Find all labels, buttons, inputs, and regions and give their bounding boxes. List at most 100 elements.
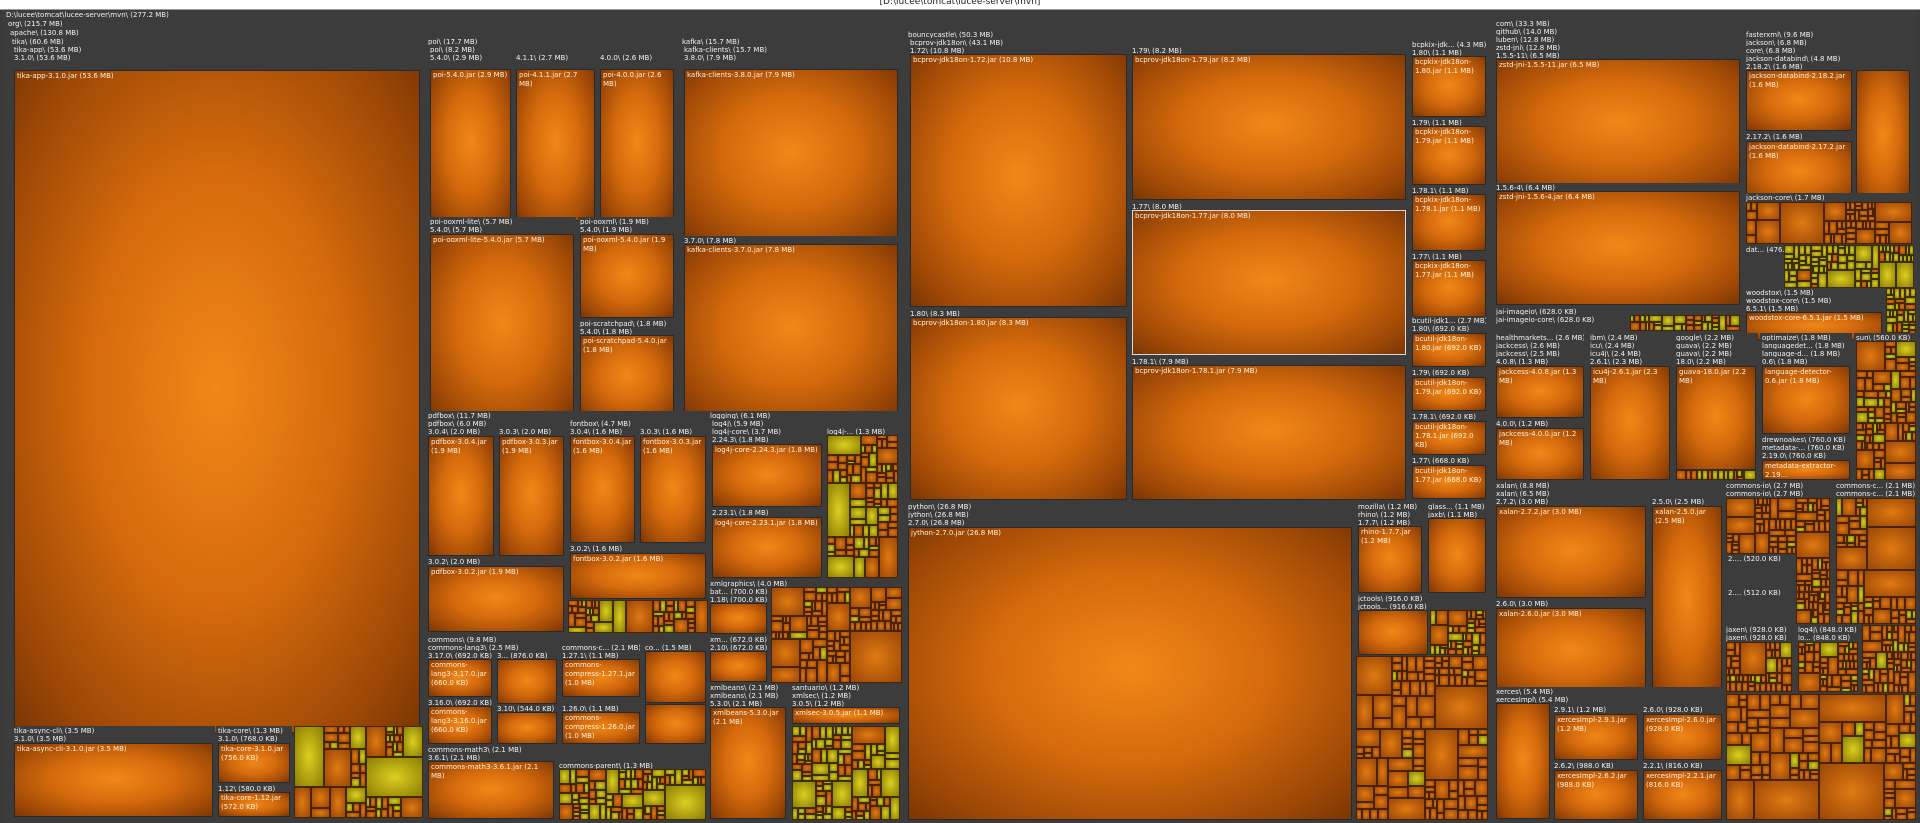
file-zstd-1511-jar[interactable]: zstd-jni-1.5.5-11.jar (6.5 MB) [1496, 59, 1740, 190]
small-file-tile[interactable] [1726, 498, 1755, 517]
small-file-tile[interactable] [350, 726, 366, 749]
small-file-tile[interactable] [1448, 633, 1463, 641]
small-file-tile[interactable] [1825, 592, 1830, 603]
small-file-tile[interactable] [695, 600, 708, 633]
small-file-tile[interactable] [1874, 722, 1886, 732]
small-file-tile[interactable] [866, 488, 874, 498]
small-file-tile[interactable] [1820, 686, 1827, 692]
small-file-tile[interactable] [1864, 730, 1874, 740]
small-file-tile[interactable] [1416, 656, 1424, 672]
small-file-tile[interactable] [1662, 326, 1674, 331]
small-file-tile[interactable] [1864, 748, 1871, 763]
small-file-tile[interactable] [1413, 729, 1425, 739]
small-file-tile[interactable] [865, 445, 872, 453]
small-file-tile[interactable] [1797, 270, 1811, 281]
small-file-tile[interactable] [1778, 511, 1796, 519]
small-file-tile[interactable] [1388, 787, 1408, 798]
small-file-tile[interactable] [1424, 661, 1435, 668]
small-file-tile[interactable] [854, 537, 864, 549]
small-file-tile[interactable] [1649, 315, 1662, 322]
small-file-tile[interactable] [878, 522, 888, 530]
small-file-tile[interactable] [1748, 686, 1755, 692]
small-file-tile[interactable] [1392, 656, 1402, 663]
small-file-tile[interactable] [877, 744, 885, 751]
small-file-tile[interactable] [1662, 315, 1674, 326]
small-file-tile[interactable] [885, 726, 900, 753]
small-file-tile[interactable] [1886, 323, 1893, 333]
small-file-tile[interactable] [1798, 654, 1805, 662]
small-file-tile[interactable] [1674, 315, 1686, 324]
small-file-tile[interactable] [1854, 661, 1858, 669]
small-file-tile[interactable] [827, 435, 861, 455]
file-block[interactable] [497, 659, 557, 704]
small-file-tile[interactable] [1873, 434, 1885, 443]
small-file-tile[interactable] [1437, 813, 1444, 820]
small-file-tile[interactable] [852, 769, 868, 797]
small-file-tile[interactable] [896, 616, 902, 623]
small-file-tile[interactable] [771, 587, 804, 616]
small-file-tile[interactable] [1406, 696, 1417, 717]
small-file-tile[interactable] [869, 550, 879, 557]
small-file-tile[interactable] [1855, 262, 1866, 269]
file-block[interactable] [1496, 703, 1550, 819]
small-file-tile[interactable] [852, 726, 885, 744]
file-xmlbeans-jar[interactable]: xmlbeans-5.3.0.jar (2.1 MB) [710, 707, 786, 819]
small-file-tile[interactable] [1849, 521, 1860, 529]
small-file-tile[interactable] [854, 525, 863, 537]
small-file-tile[interactable] [798, 742, 806, 749]
small-file-tile[interactable] [559, 804, 573, 820]
small-file-tile[interactable] [1824, 202, 1846, 221]
small-file-tile[interactable] [800, 660, 807, 668]
small-file-tile[interactable] [1811, 617, 1818, 624]
small-file-tile[interactable] [613, 600, 626, 633]
small-file-tile[interactable] [1739, 534, 1755, 554]
small-file-tile[interactable] [1739, 700, 1747, 707]
small-file-tile[interactable] [886, 598, 902, 610]
small-file-tile[interactable] [800, 653, 809, 660]
small-file-tile[interactable] [1784, 728, 1803, 738]
small-file-tile[interactable] [1458, 758, 1478, 766]
small-file-tile[interactable] [1754, 780, 1819, 820]
small-file-tile[interactable] [576, 783, 584, 793]
file-fontbox-303-jar[interactable]: fontbox-3.0.3.jar (1.6 MB) [640, 436, 706, 543]
small-file-tile[interactable] [1787, 658, 1792, 666]
small-file-tile[interactable] [1803, 742, 1819, 753]
small-file-tile[interactable] [1842, 736, 1864, 763]
small-file-tile[interactable] [827, 462, 838, 470]
small-file-tile[interactable] [1401, 681, 1410, 696]
small-file-tile[interactable] [568, 613, 575, 627]
small-file-tile[interactable] [878, 515, 890, 522]
small-file-tile[interactable] [1356, 695, 1373, 729]
small-file-tile[interactable] [1898, 625, 1905, 643]
small-file-tile[interactable] [879, 537, 898, 578]
small-file-tile[interactable] [1873, 371, 1891, 384]
small-file-tile[interactable] [1905, 597, 1916, 610]
small-file-tile[interactable] [829, 772, 838, 781]
small-file-tile[interactable] [1421, 717, 1435, 729]
small-file-tile[interactable] [804, 592, 816, 601]
file-rhino-jar[interactable]: rhino-1.7.7.jar (1.2 MB) [1358, 526, 1422, 593]
small-file-tile[interactable] [1726, 642, 1735, 650]
small-file-tile[interactable] [403, 726, 423, 757]
file-icu4j-jar[interactable]: icu4j-2.6.1.jar (2.3 MB) [1590, 366, 1670, 480]
small-file-tile[interactable] [653, 600, 660, 612]
small-file-tile[interactable] [1742, 733, 1751, 745]
small-file-tile[interactable] [1829, 221, 1837, 234]
small-file-tile[interactable] [1831, 743, 1842, 763]
small-file-tile[interactable] [1744, 470, 1756, 480]
small-file-tile[interactable] [1911, 625, 1916, 632]
small-file-tile[interactable] [838, 765, 845, 776]
file-block[interactable] [710, 603, 767, 634]
small-file-tile[interactable] [890, 514, 898, 522]
small-file-tile[interactable] [1782, 666, 1792, 673]
small-file-tile[interactable] [330, 787, 346, 818]
small-file-tile[interactable] [1425, 799, 1433, 808]
small-file-tile[interactable] [1828, 657, 1838, 675]
small-file-tile[interactable] [1475, 670, 1488, 681]
file-log4j-2243-jar[interactable]: log4j-core-2.24.3.jar (1.8 MB) [712, 444, 822, 507]
small-file-tile[interactable] [816, 796, 826, 806]
small-file-tile[interactable] [1818, 273, 1827, 288]
small-file-tile[interactable] [568, 627, 586, 633]
small-file-tile[interactable] [1808, 753, 1819, 761]
small-file-tile[interactable] [346, 812, 360, 818]
